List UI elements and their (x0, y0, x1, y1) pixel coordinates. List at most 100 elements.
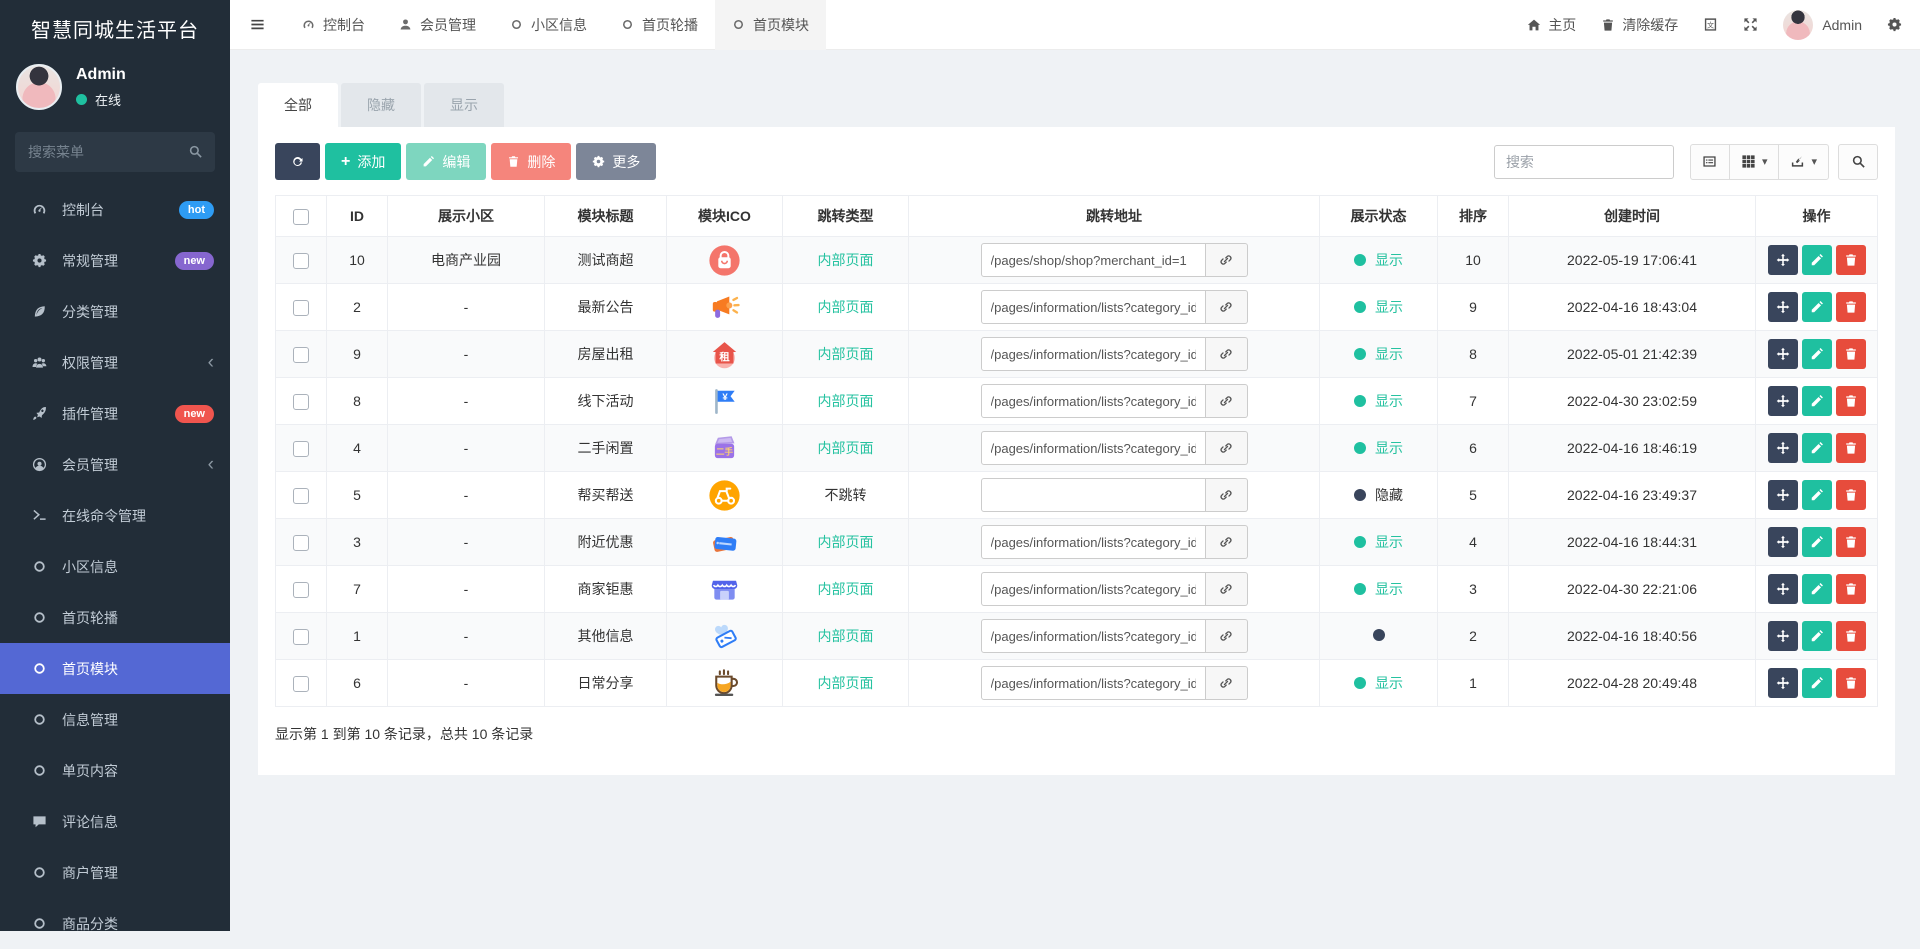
status-badge[interactable] (1372, 629, 1385, 641)
row-checkbox[interactable] (293, 675, 309, 692)
nav-tab-小区信息[interactable]: 小区信息 (493, 0, 604, 50)
move-button[interactable] (1767, 245, 1798, 275)
edit-row-button[interactable] (1801, 480, 1832, 510)
language-icon[interactable]: 文 (1703, 17, 1718, 32)
link-button[interactable] (1205, 619, 1248, 653)
status-badge[interactable]: 显示 (1354, 579, 1403, 599)
sidebar-item[interactable]: 评论信息 (0, 796, 230, 847)
link-button[interactable] (1205, 525, 1248, 559)
detail-view-icon[interactable] (1689, 143, 1730, 180)
delete-row-button[interactable] (1835, 386, 1866, 416)
status-badge[interactable]: 显示 (1354, 297, 1403, 317)
nav-tab-会员管理[interactable]: 会员管理 (382, 0, 493, 50)
edit-row-button[interactable] (1801, 433, 1832, 463)
delete-row-button[interactable] (1835, 245, 1866, 275)
table-search-input[interactable] (1493, 144, 1674, 179)
jump-url-input[interactable] (980, 525, 1206, 559)
move-button[interactable] (1767, 527, 1798, 557)
nav-tab-首页轮播[interactable]: 首页轮播 (604, 0, 715, 50)
row-checkbox[interactable] (293, 393, 309, 410)
delete-row-button[interactable] (1835, 339, 1866, 369)
status-badge[interactable]: 显示 (1354, 532, 1403, 552)
jump-url-input[interactable] (980, 478, 1206, 512)
menu-search-input[interactable] (15, 132, 215, 172)
sidebar-item[interactable]: 单页内容 (0, 745, 230, 796)
jump-url-input[interactable] (980, 384, 1206, 418)
clear-cache-button[interactable]: 清除缓存 (1601, 15, 1678, 35)
sidebar-item[interactable]: 首页模块 (0, 643, 230, 694)
move-button[interactable] (1767, 292, 1798, 322)
sidebar-item[interactable]: 在线命令管理 (0, 490, 230, 541)
delete-row-button[interactable] (1835, 433, 1866, 463)
edit-row-button[interactable] (1801, 574, 1832, 604)
settings-gear-icon[interactable] (1887, 17, 1902, 32)
link-button[interactable] (1205, 243, 1248, 277)
delete-button[interactable]: 删除 (491, 143, 572, 180)
move-button[interactable] (1767, 668, 1798, 698)
link-button[interactable] (1205, 337, 1248, 371)
jump-url-input[interactable] (980, 431, 1206, 465)
jump-url-input[interactable] (980, 619, 1206, 653)
edit-button[interactable]: 编辑 (406, 143, 487, 180)
row-checkbox[interactable] (293, 628, 309, 645)
sidebar-item[interactable]: 商户管理 (0, 847, 230, 898)
move-button[interactable] (1767, 339, 1798, 369)
edit-row-button[interactable] (1801, 292, 1832, 322)
status-badge[interactable]: 显示 (1354, 250, 1403, 270)
more-button[interactable]: 更多 (576, 143, 657, 180)
navbar-user-menu[interactable]: Admin (1783, 9, 1862, 40)
move-button[interactable] (1767, 386, 1798, 416)
link-button[interactable] (1205, 290, 1248, 324)
menu-toggle-icon[interactable] (230, 17, 285, 32)
jump-url-input[interactable] (980, 290, 1206, 324)
jump-url-input[interactable] (980, 572, 1206, 606)
sidebar-item[interactable]: 信息管理 (0, 694, 230, 745)
sidebar-item[interactable]: 分类管理 (0, 286, 230, 337)
export-dropdown[interactable]: ▾ (1778, 143, 1829, 180)
avatar[interactable] (16, 64, 62, 110)
move-button[interactable] (1767, 574, 1798, 604)
edit-row-button[interactable] (1801, 245, 1832, 275)
filter-tab[interactable]: 显示 (424, 83, 504, 127)
row-checkbox[interactable] (293, 581, 309, 598)
status-badge[interactable]: 显示 (1354, 438, 1403, 458)
edit-row-button[interactable] (1801, 527, 1832, 557)
row-checkbox[interactable] (293, 299, 309, 316)
sidebar-item[interactable]: 权限管理 ‹ (0, 337, 230, 388)
row-checkbox[interactable] (293, 487, 309, 504)
sidebar-item[interactable]: 会员管理 ‹ (0, 439, 230, 490)
sidebar-item[interactable]: 商品分类 (0, 898, 230, 949)
link-button[interactable] (1205, 478, 1248, 512)
edit-row-button[interactable] (1801, 339, 1832, 369)
refresh-button[interactable] (275, 143, 320, 180)
delete-row-button[interactable] (1835, 621, 1866, 651)
search-button[interactable] (1838, 143, 1878, 180)
select-all-checkbox[interactable] (293, 208, 309, 225)
filter-tab[interactable]: 隐藏 (341, 83, 421, 127)
delete-row-button[interactable] (1835, 292, 1866, 322)
delete-row-button[interactable] (1835, 480, 1866, 510)
link-button[interactable] (1205, 431, 1248, 465)
row-checkbox[interactable] (293, 440, 309, 457)
sidebar-item[interactable]: 首页轮播 (0, 592, 230, 643)
sidebar-item[interactable]: 常规管理 new (0, 235, 230, 286)
move-button[interactable] (1767, 433, 1798, 463)
link-button[interactable] (1205, 384, 1248, 418)
sidebar-item[interactable]: 插件管理 new (0, 388, 230, 439)
edit-row-button[interactable] (1801, 621, 1832, 651)
move-button[interactable] (1767, 621, 1798, 651)
filter-tab[interactable]: 全部 (258, 83, 338, 127)
row-checkbox[interactable] (293, 534, 309, 551)
sidebar-item[interactable]: 控制台 hot (0, 184, 230, 235)
delete-row-button[interactable] (1835, 574, 1866, 604)
status-badge[interactable]: 显示 (1354, 391, 1403, 411)
status-badge[interactable]: 显示 (1354, 673, 1403, 693)
move-button[interactable] (1767, 480, 1798, 510)
fullscreen-icon[interactable] (1743, 17, 1758, 32)
sidebar-item[interactable]: 小区信息 (0, 541, 230, 592)
delete-row-button[interactable] (1835, 668, 1866, 698)
status-badge[interactable]: 隐藏 (1354, 485, 1403, 505)
add-button[interactable]: + 添加 (325, 143, 402, 180)
jump-url-input[interactable] (980, 666, 1206, 700)
link-button[interactable] (1205, 572, 1248, 606)
